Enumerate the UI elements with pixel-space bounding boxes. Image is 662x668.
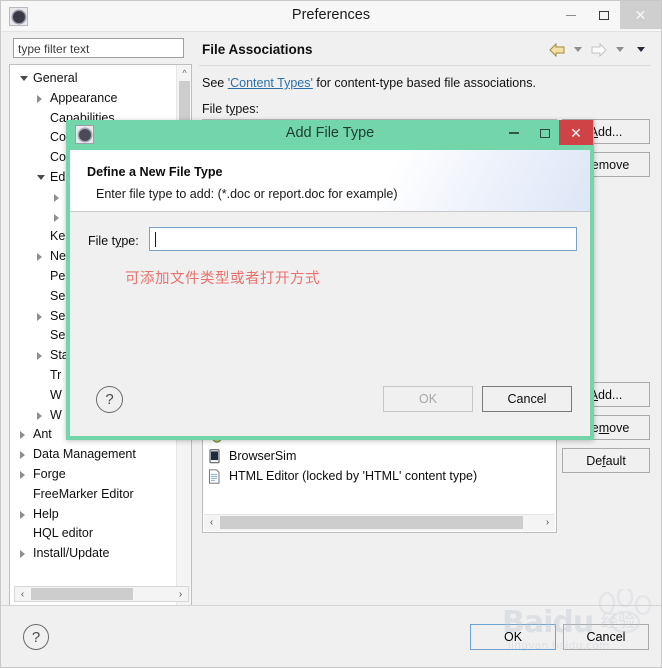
editor-list-item-label: HTML Editor (locked by 'HTML' content ty… xyxy=(229,469,478,483)
editors-horizontal-scrollbar[interactable]: ‹ › xyxy=(204,514,555,531)
page-title-divider xyxy=(199,65,651,66)
chevron-right-icon[interactable] xyxy=(20,510,25,519)
scroll-right-icon[interactable]: › xyxy=(173,587,188,601)
chevron-right-icon[interactable] xyxy=(54,193,59,202)
forward-history-chevron-down-icon[interactable] xyxy=(615,47,624,53)
chevron-up-icon[interactable]: ^ xyxy=(177,65,191,80)
chevron-right-icon[interactable] xyxy=(37,352,42,361)
dialog-close-button[interactable]: ✕ xyxy=(559,120,593,145)
dialog-heading: Define a New File Type xyxy=(87,165,223,179)
file-type-field-label: File type: xyxy=(88,234,139,248)
sidebar-item-label: Install/Update xyxy=(33,546,110,561)
sidebar-item-label: Ed xyxy=(50,169,66,184)
page-title: File Associations xyxy=(202,42,313,57)
sidebar-item-label: Appearance xyxy=(50,90,118,105)
dialog-ok-button[interactable]: OK xyxy=(383,386,473,412)
device-icon xyxy=(207,448,222,464)
sidebar-item[interactable]: Appearance xyxy=(10,89,178,109)
sidebar-item-label: General xyxy=(33,71,78,85)
document-icon xyxy=(207,469,222,484)
forward-arrow-icon xyxy=(590,42,608,57)
dialog-maximize-button[interactable] xyxy=(530,120,560,146)
sidebar-item[interactable]: Forge xyxy=(10,465,178,485)
page-description: See 'Content Types' for content-type bas… xyxy=(202,76,536,90)
add-file-type-dialog: Add File Type ✕ Define a New File Type E… xyxy=(66,120,594,440)
sidebar-item[interactable]: Data Management xyxy=(10,445,178,465)
chevron-down-icon[interactable] xyxy=(20,76,28,81)
sidebar-item-label: Ant xyxy=(33,427,52,442)
chevron-right-icon[interactable] xyxy=(37,312,42,321)
sidebar-item-label: FreeMarker Editor xyxy=(33,486,134,501)
sidebar-item-label: Se xyxy=(50,328,66,343)
file-type-input[interactable] xyxy=(149,227,577,251)
back-arrow-icon[interactable] xyxy=(548,42,566,57)
chevron-right-icon[interactable] xyxy=(54,213,59,222)
sidebar-item-label: Pe xyxy=(50,268,66,283)
sidebar-item-label: W xyxy=(50,387,62,402)
dialog-subheading: Enter file type to add: (*.doc or report… xyxy=(96,187,398,201)
page-navigation-toolbar xyxy=(548,42,650,60)
dialog-help-button[interactable]: ? xyxy=(96,386,123,413)
sidebar-item-label: Help xyxy=(33,506,59,521)
chevron-right-icon[interactable] xyxy=(20,470,25,479)
file-types-label: File types: xyxy=(202,102,259,116)
scroll-left-icon[interactable]: ‹ xyxy=(15,587,30,601)
dialog-body: File type: 可添加文件类型或者打开方式 xyxy=(70,212,590,398)
sidebar-item-label: Tr xyxy=(50,367,62,382)
description-suffix: for content-type based file associations… xyxy=(312,76,536,90)
content-types-link[interactable]: 'Content Types' xyxy=(228,76,313,90)
chevron-right-icon[interactable] xyxy=(20,550,25,559)
dialog-titlebar: Add File Type ✕ xyxy=(66,120,594,150)
chevron-right-icon[interactable] xyxy=(37,94,42,103)
scroll-left-icon[interactable]: ‹ xyxy=(204,515,219,530)
sidebar-item-label: Ke xyxy=(50,229,66,244)
text-caret xyxy=(155,232,156,247)
chevron-down-icon[interactable] xyxy=(37,174,45,180)
dialog-header: Define a New File Type Enter file type t… xyxy=(70,150,590,212)
window-titlebar: Preferences ✕ xyxy=(1,1,661,32)
editor-list-item-label: BrowserSim xyxy=(229,448,297,463)
sidebar-item-label: Se xyxy=(50,308,66,323)
sidebar-item-label: W xyxy=(50,407,62,422)
sidebar-item[interactable]: General xyxy=(10,69,178,89)
scroll-right-icon[interactable]: › xyxy=(540,515,555,530)
sidebar-item-label: HQL editor xyxy=(33,526,93,541)
editor-list-item[interactable]: BrowserSim xyxy=(203,446,556,467)
chevron-right-icon[interactable] xyxy=(37,411,42,420)
back-history-chevron-down-icon[interactable] xyxy=(573,47,582,53)
dialog-minimize-button[interactable] xyxy=(499,120,529,146)
window-minimize-button[interactable] xyxy=(554,1,587,29)
sidebar-item[interactable]: FreeMarker Editor xyxy=(10,485,178,505)
window-close-button[interactable]: ✕ xyxy=(620,1,661,29)
chevron-right-icon[interactable] xyxy=(20,431,25,440)
sidebar-item-label: Data Management xyxy=(33,447,136,462)
cancel-button[interactable]: Cancel xyxy=(563,624,649,650)
sidebar-item[interactable]: Help xyxy=(10,505,178,525)
editor-default-button[interactable]: Default xyxy=(562,448,650,473)
sidebar-item[interactable]: Install/Update xyxy=(10,544,178,564)
dialog-cancel-button[interactable]: Cancel xyxy=(482,386,572,412)
chevron-right-icon[interactable] xyxy=(37,253,42,262)
tree-horizontal-scrollbar[interactable]: ‹ › xyxy=(14,586,189,602)
sidebar-item-label: Co xyxy=(50,150,66,165)
sidebar-item-label: Forge xyxy=(33,466,66,481)
sidebar-item[interactable]: HQL editor xyxy=(10,524,178,544)
window-maximize-button[interactable] xyxy=(587,1,620,29)
annotation-text: 可添加文件类型或者打开方式 xyxy=(125,271,320,287)
filter-input[interactable]: type filter text xyxy=(13,38,184,58)
view-menu-chevron-down-icon[interactable] xyxy=(637,47,645,53)
sidebar-item-label: Ne xyxy=(50,249,66,264)
ok-button[interactable]: OK xyxy=(470,624,556,650)
sidebar-item-label: Se xyxy=(50,288,66,303)
editors-hscroll-thumb[interactable] xyxy=(220,516,523,529)
description-prefix: See xyxy=(202,76,228,90)
dialog-footer: ? OK Cancel xyxy=(70,386,590,436)
help-button[interactable]: ? xyxy=(23,624,49,650)
tree-hscroll-thumb[interactable] xyxy=(31,588,133,600)
preferences-footer: ? OK Cancel xyxy=(1,605,661,667)
preferences-window: Preferences ✕ type filter text General Ap… xyxy=(0,0,662,668)
editor-list-item[interactable]: HTML Editor (locked by 'HTML' content ty… xyxy=(203,466,556,487)
chevron-right-icon[interactable] xyxy=(20,451,25,460)
sidebar-item-label: Co xyxy=(50,130,66,145)
